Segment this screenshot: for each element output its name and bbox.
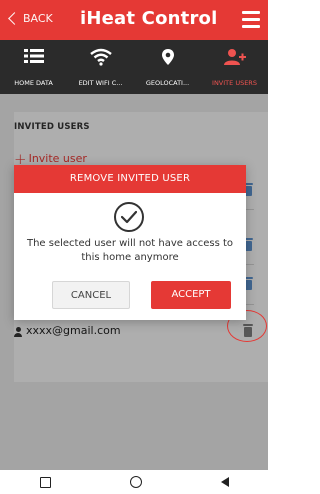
recent-apps-icon[interactable] [39,476,51,488]
tab-geolocation[interactable]: GEOLOCATI... [134,40,201,94]
chevron-left-icon [8,12,21,25]
location-pin-icon [161,48,175,70]
system-nav-bar [0,470,268,494]
tab-home-data[interactable]: HOME DATA [0,40,67,94]
app-screen: BACK iHeat Control HOME DATA EDIT WIFI C… [0,0,268,494]
accept-button[interactable]: ACCEPT [151,281,231,309]
tab-label: HOME DATA [14,79,53,87]
checkmark-circle-icon [114,202,144,232]
remove-user-dialog: REMOVE INVITED USER The selected user wi… [14,165,246,320]
tab-label: GEOLOCATI... [145,79,190,87]
app-header: BACK iHeat Control [0,0,268,40]
back-triangle-icon[interactable] [220,477,229,487]
tab-invite-users[interactable]: INVITE USERS [201,40,268,94]
back-label: BACK [23,12,53,25]
tab-label: INVITE USERS [212,79,257,87]
hamburger-menu-icon[interactable] [242,11,260,28]
tab-label: EDIT WIFI C... [78,79,123,87]
tab-bar: HOME DATA EDIT WIFI C... GEOLOCATI... IN… [0,40,268,94]
cancel-button[interactable]: CANCEL [52,281,130,309]
tab-edit-wifi[interactable]: EDIT WIFI C... [67,40,134,94]
wifi-icon [89,48,112,70]
back-button[interactable]: BACK [8,12,53,25]
dialog-title: REMOVE INVITED USER [14,165,246,193]
home-circle-icon[interactable] [129,476,142,488]
app-title: iHeat Control [80,8,218,29]
add-user-icon [223,48,246,70]
dialog-message: The selected user will not have access t… [26,238,234,263]
list-icon [23,48,44,68]
